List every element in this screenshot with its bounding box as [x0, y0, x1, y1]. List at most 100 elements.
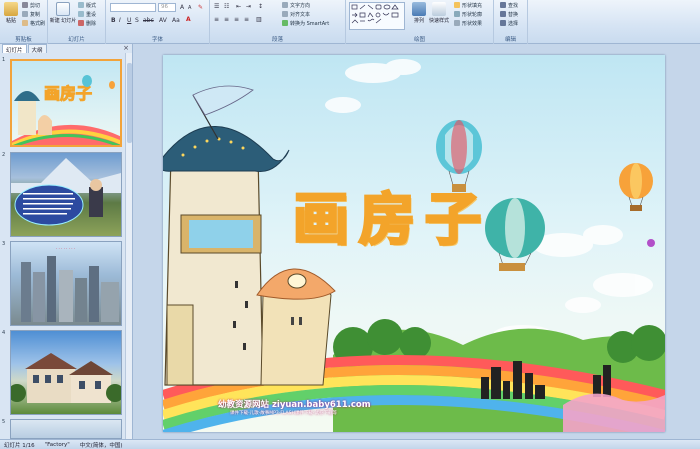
select-icon: [500, 20, 506, 26]
outline-icon: [454, 11, 460, 17]
reset-button[interactable]: 重设: [78, 10, 96, 18]
shapes-gallery[interactable]: [349, 2, 405, 30]
replace-button[interactable]: 替换: [500, 10, 518, 18]
align-left-icon[interactable]: ≡: [214, 16, 219, 23]
quick-styles-button[interactable]: 快速样式: [429, 2, 449, 24]
slide-thumbnail-2[interactable]: [10, 152, 122, 237]
columns-icon[interactable]: ▥: [256, 16, 262, 23]
select-button[interactable]: 选择: [500, 19, 518, 27]
svg-text:· · · · · · · ·: · · · · · · · ·: [56, 246, 75, 251]
drawing-group: 排列 快速样式 形状填充 形状轮廓 形状效果 绘图: [346, 0, 494, 44]
line-spacing-icon[interactable]: ↕: [258, 3, 263, 10]
paste-icon: [4, 2, 18, 16]
align-right-icon[interactable]: ≡: [234, 16, 239, 23]
clear-format-icon[interactable]: ✎: [198, 4, 203, 11]
tab-outline[interactable]: 大纲: [27, 44, 47, 54]
pane-tabs: 幻灯片 大纲: [0, 44, 133, 54]
align-text-icon: [282, 11, 288, 17]
delete-icon: [78, 20, 84, 26]
brush-icon: [22, 20, 28, 26]
smartart-icon: [282, 20, 288, 26]
slides-pane: 幻灯片 大纲 × 1 画房子 2 3 · · · · · · · · 4 5: [0, 44, 133, 439]
site-watermark: 幼教资源网站 ziyuan.baby611.com: [218, 400, 371, 410]
slide-thumbnail-3[interactable]: · · · · · · · ·: [10, 241, 122, 326]
paste-button[interactable]: 粘贴: [2, 2, 20, 24]
underline-icon[interactable]: U: [127, 17, 131, 24]
paragraph-group: ☰ ☷ ⇤ ⇥ ↕ ≡ ≡ ≡ ≡ ▥ 文字方向 对齐文本 转换为 SmartA…: [210, 0, 346, 44]
replace-icon: [500, 11, 506, 17]
slide-number: 3: [2, 241, 6, 247]
numbering-icon[interactable]: ☷: [224, 3, 229, 10]
house-illustration: [256, 268, 336, 386]
status-bar: 幻灯片 1/16 "Factory" 中文(简体，中国): [0, 439, 700, 449]
close-icon[interactable]: ×: [123, 44, 129, 52]
case-icon[interactable]: Aa: [172, 17, 180, 24]
font-group: 96 A A ✎ B I U S abc AV Aa A 字体: [106, 0, 210, 44]
shadow-icon[interactable]: S: [135, 17, 139, 24]
slide-title[interactable]: 画房子: [292, 175, 491, 256]
balloon-teal: [485, 198, 545, 271]
tab-slides[interactable]: 幻灯片: [2, 44, 27, 54]
slide-number: 1: [2, 57, 6, 63]
slide-number: 2: [2, 152, 6, 158]
current-slide[interactable]: 画房子 幼教资源网站 ziyuan.baby611.com 课件下载-儿歌-故事…: [163, 55, 665, 432]
text-direction-icon: [282, 2, 288, 8]
font-color-icon[interactable]: A: [186, 16, 191, 23]
grow-font-icon[interactable]: A: [180, 4, 184, 11]
thumb-4-art: [11, 353, 121, 403]
smartart-button[interactable]: 转换为 SmartArt: [282, 19, 329, 27]
font-size-box[interactable]: 96: [158, 3, 176, 12]
bullets-icon[interactable]: ☰: [214, 3, 219, 10]
find-icon: [500, 2, 506, 8]
arrange-button[interactable]: 排列: [410, 2, 428, 24]
format-painter-button[interactable]: 格式刷: [22, 19, 45, 27]
shapes-gallery-icons: [351, 4, 399, 24]
pane-scrollbar[interactable]: [125, 53, 132, 439]
layout-button[interactable]: 版式: [78, 1, 96, 9]
ribbon: 粘贴 剪切 复制 格式刷 剪贴板 新建 幻灯片 版式 重设 删除 幻灯片 96 …: [0, 0, 700, 44]
copy-button[interactable]: 复制: [22, 10, 40, 18]
slide-thumbnail-4[interactable]: [10, 330, 122, 415]
text-direction-button[interactable]: 文字方向: [282, 1, 310, 9]
align-center-icon[interactable]: ≡: [224, 16, 229, 23]
new-slide-button[interactable]: 新建 幻灯片: [50, 2, 76, 24]
thumb-1-art: 画房子: [12, 75, 120, 145]
slide-number: 5: [2, 419, 6, 425]
reset-icon: [78, 11, 84, 17]
cut-button[interactable]: 剪切: [22, 1, 40, 9]
slide-thumbnail-1[interactable]: 画房子: [10, 59, 122, 147]
fill-icon: [454, 2, 460, 8]
site-subtitle: 课件下载-儿歌-故事MP3-FLASH课件下载-试卷下载等: [230, 411, 337, 416]
quick-styles-icon: [432, 2, 446, 16]
copy-icon: [22, 11, 28, 17]
layout-icon: [78, 2, 84, 8]
slides-group: 新建 幻灯片 版式 重设 删除 幻灯片: [48, 0, 106, 44]
strikethrough-icon[interactable]: abc: [143, 17, 154, 24]
thumb-3-art: · · · · · · · ·: [21, 246, 119, 322]
align-text-button[interactable]: 对齐文本: [282, 10, 310, 18]
clipboard-group: 粘贴 剪切 复制 格式刷 剪贴板: [0, 0, 48, 44]
spacing-icon[interactable]: AV: [159, 17, 167, 24]
decrease-indent-icon[interactable]: ⇤: [236, 3, 241, 10]
find-button[interactable]: 查找: [500, 1, 518, 9]
font-name-box[interactable]: [110, 3, 156, 12]
slide-counter: 幻灯片 1/16: [4, 442, 35, 449]
shape-outline-button[interactable]: 形状轮廓: [454, 10, 482, 18]
language-indicator[interactable]: 中文(简体，中国): [80, 441, 123, 449]
effects-icon: [454, 20, 460, 26]
balloon-orange: [619, 163, 653, 211]
slide-number: 4: [2, 330, 6, 336]
scroll-thumb[interactable]: [127, 63, 132, 143]
new-slide-icon: [56, 2, 70, 16]
slide-editor: 画房子 幼教资源网站 ziyuan.baby611.com 课件下载-儿歌-故事…: [133, 44, 700, 439]
delete-button[interactable]: 删除: [78, 19, 96, 27]
shape-effects-button[interactable]: 形状效果: [454, 19, 482, 27]
shrink-font-icon[interactable]: A: [188, 5, 191, 11]
increase-indent-icon[interactable]: ⇥: [246, 3, 251, 10]
justify-icon[interactable]: ≡: [244, 16, 249, 23]
shape-fill-button[interactable]: 形状填充: [454, 1, 482, 9]
arrange-icon: [412, 2, 426, 16]
bold-icon[interactable]: B: [111, 17, 116, 24]
slide-thumbnail-5[interactable]: [10, 419, 122, 439]
italic-icon[interactable]: I: [119, 17, 121, 24]
